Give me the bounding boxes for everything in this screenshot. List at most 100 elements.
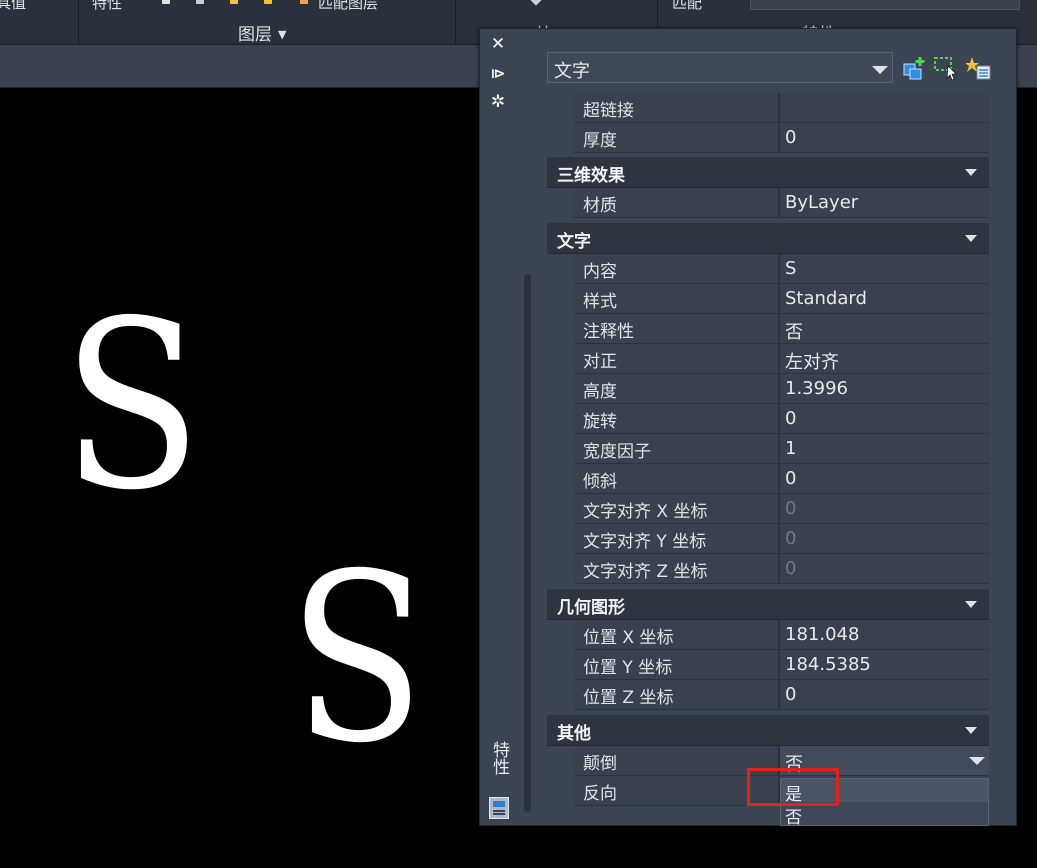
property-value-cell[interactable]: 184.5385 <box>780 650 989 680</box>
row-gutter <box>547 776 574 806</box>
select-objects-icon[interactable] <box>933 55 959 81</box>
property-value: 否 <box>785 322 803 343</box>
property-label-cell: 超链接 <box>574 93 778 123</box>
layer-state-icon[interactable] <box>162 0 170 4</box>
property-value-cell[interactable]: Standard <box>780 284 989 314</box>
property-label: 位置 X 坐标 <box>583 628 674 648</box>
category-misc[interactable]: 其他 <box>547 715 989 746</box>
close-icon[interactable]: ✕ <box>489 35 507 53</box>
row-gutter <box>547 284 574 314</box>
property-value-cell[interactable] <box>780 93 989 123</box>
row-gutter <box>547 344 574 374</box>
property-row-align-z[interactable]: 文字对齐 Z 坐标 0 <box>547 554 989 584</box>
property-value-cell[interactable]: 0 <box>780 464 989 494</box>
property-value-cell: 0 <box>780 524 989 554</box>
ribbon-cut-label-match-layer[interactable]: 匹配图层 <box>318 0 378 13</box>
chevron-down-icon: ▼ <box>278 28 287 41</box>
property-label: 超链接 <box>583 101 634 121</box>
property-label-cell: 文字对齐 Y 坐标 <box>574 524 778 554</box>
match-layer-icon[interactable] <box>300 0 308 4</box>
property-row-position-y[interactable]: 位置 Y 坐标 184.5385 <box>547 650 989 680</box>
category-text[interactable]: 文字 <box>547 223 989 254</box>
property-row-height[interactable]: 高度 1.3996 <box>547 374 989 404</box>
property-value-cell: 0 <box>780 494 989 524</box>
property-value-cell[interactable]: ByLayer <box>780 188 989 218</box>
property-label: 内容 <box>583 262 617 282</box>
ribbon-separator <box>455 0 456 44</box>
match-label[interactable]: 匹配 <box>672 0 702 13</box>
category-geometry[interactable]: 几何图形 <box>547 589 989 620</box>
property-label: 文字对齐 X 坐标 <box>583 502 708 522</box>
property-value-cell[interactable]: 0 <box>780 404 989 434</box>
row-gutter <box>547 123 574 153</box>
layer-pick-icon[interactable] <box>196 0 204 4</box>
property-label: 注释性 <box>583 322 634 342</box>
property-value-cell[interactable]: 左对齐 <box>780 344 989 374</box>
property-value-cell[interactable]: 0 <box>780 123 989 153</box>
property-value-cell[interactable]: 181.048 <box>780 620 989 650</box>
property-row-contents[interactable]: 内容 S <box>547 254 989 284</box>
category-3d-effects[interactable]: 三维效果 <box>547 157 989 188</box>
property-row-rotation[interactable]: 旋转 0 <box>547 404 989 434</box>
property-value: 0 <box>785 468 797 489</box>
property-row-annotative[interactable]: 注释性 否 <box>547 314 989 344</box>
collapse-arrow-icon[interactable] <box>965 235 977 242</box>
category-title: 其他 <box>557 724 591 744</box>
ribbon-cut-label-left[interactable]: 具值 <box>0 0 26 13</box>
property-label: 文字对齐 Z 坐标 <box>583 562 708 582</box>
property-label: 对正 <box>583 352 617 372</box>
scrollbar[interactable] <box>524 274 531 812</box>
object-type-select[interactable]: 文字 <box>547 52 893 83</box>
chevron-down-icon[interactable] <box>969 757 985 765</box>
row-gutter <box>547 374 574 404</box>
palette-menu-icon[interactable] <box>489 797 509 819</box>
light-bulb-icon[interactable] <box>230 0 238 4</box>
layer-group-label[interactable]: 图层 ▼ <box>238 20 286 45</box>
property-value-cell[interactable]: 1.3996 <box>780 374 989 404</box>
property-value: 0 <box>785 684 797 705</box>
property-row-position-z[interactable]: 位置 Z 坐标 0 <box>547 680 989 710</box>
property-row-thickness[interactable]: 厚度 0 <box>547 123 989 153</box>
property-value: Standard <box>785 288 867 309</box>
property-value: 181.048 <box>785 624 860 645</box>
property-value: 0 <box>785 408 797 429</box>
collapse-arrow-icon[interactable] <box>965 169 977 176</box>
lock-icon[interactable] <box>264 0 272 4</box>
property-row-hyperlink[interactable]: 超链接 <box>547 93 989 123</box>
property-value: 184.5385 <box>785 654 871 675</box>
property-row-material[interactable]: 材质 ByLayer <box>547 188 989 218</box>
text-object-flipped[interactable]: S <box>290 515 427 785</box>
category-title: 几何图形 <box>557 598 625 618</box>
property-label: 文字对齐 Y 坐标 <box>583 532 707 552</box>
property-value-cell[interactable]: 否 <box>780 314 989 344</box>
toggle-pickadd-icon[interactable] <box>902 55 928 81</box>
ribbon-cut-label-properties[interactable]: 特性 <box>92 0 122 13</box>
text-object-normal[interactable]: S <box>62 290 202 522</box>
collapse-arrow-icon[interactable] <box>965 601 977 608</box>
dropdown-option-yes[interactable]: 是 <box>781 779 988 805</box>
property-row-oblique[interactable]: 倾斜 0 <box>547 464 989 494</box>
property-row-style[interactable]: 样式 Standard <box>547 284 989 314</box>
row-gutter <box>547 554 574 584</box>
property-value: 0 <box>785 498 797 519</box>
dropdown-option-no[interactable]: 否 <box>781 802 988 828</box>
property-row-upside-down[interactable]: 颠倒 否 <box>547 746 989 776</box>
gear-icon[interactable]: ✲ <box>489 93 507 111</box>
property-row-align-x[interactable]: 文字对齐 X 坐标 0 <box>547 494 989 524</box>
property-row-justify[interactable]: 对正 左对齐 <box>547 344 989 374</box>
ribbon-dropdown-field[interactable] <box>750 0 1020 10</box>
property-row-width-factor[interactable]: 宽度因子 1 <box>547 434 989 464</box>
property-value-cell[interactable]: 0 <box>780 680 989 710</box>
property-row-align-y[interactable]: 文字对齐 Y 坐标 0 <box>547 524 989 554</box>
collapse-arrow-icon[interactable] <box>965 727 977 734</box>
property-row-position-x[interactable]: 位置 X 坐标 181.048 <box>547 620 989 650</box>
property-value-cell[interactable]: 1 <box>780 434 989 464</box>
insert-icon[interactable] <box>530 0 542 6</box>
property-label-cell: 旋转 <box>574 404 778 434</box>
quick-select-icon[interactable] <box>966 55 992 81</box>
property-value-select[interactable]: 否 <box>780 746 989 776</box>
auto-hide-icon[interactable]: ⧐ <box>489 65 507 83</box>
property-label-cell: 倾斜 <box>574 464 778 494</box>
property-value-cell[interactable]: S <box>780 254 989 284</box>
property-label: 高度 <box>583 382 617 402</box>
